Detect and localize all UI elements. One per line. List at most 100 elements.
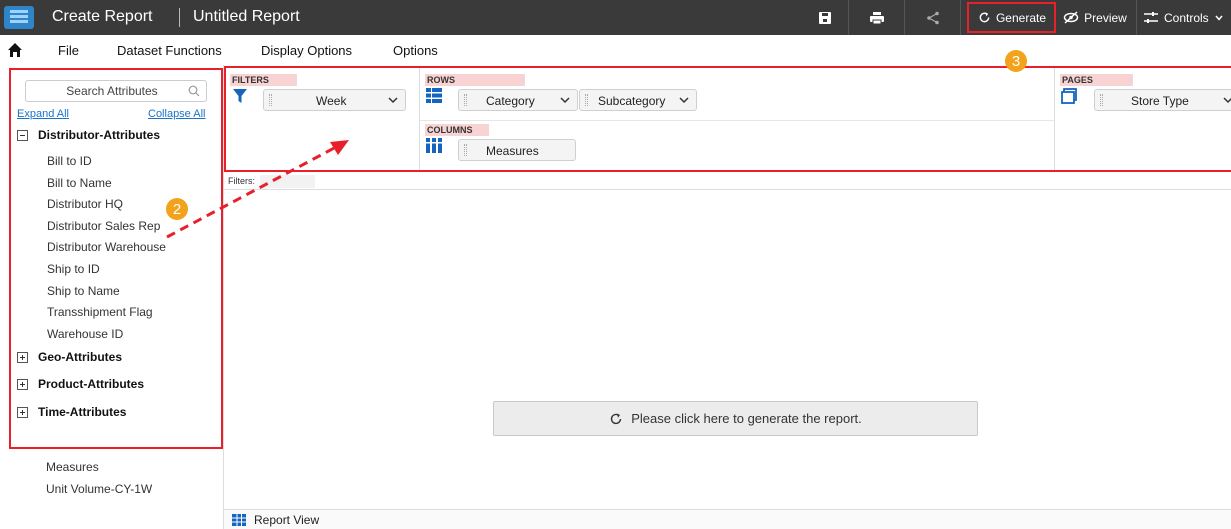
- pill-label: Category: [486, 94, 535, 108]
- pages-section-label: PAGES: [1060, 74, 1133, 86]
- tab-label: Report View: [254, 513, 320, 527]
- toolbar-divider: [960, 0, 961, 35]
- measures-heading: Measures: [46, 460, 99, 474]
- expand-all-link[interactable]: Expand All: [17, 108, 69, 120]
- tab-report-view[interactable]: Report View: [232, 513, 319, 527]
- generate-report-button[interactable]: Please click here to generate the report…: [493, 401, 978, 436]
- collapse-all-link[interactable]: Collapse All: [148, 108, 205, 120]
- filters-bar-label: Filters:: [228, 176, 255, 186]
- menu-dataset-functions[interactable]: Dataset Functions: [117, 43, 222, 58]
- pivot-divider: [1054, 68, 1055, 170]
- share-button[interactable]: [916, 0, 950, 35]
- generate-button[interactable]: Generate: [970, 0, 1054, 35]
- drag-handle[interactable]: [464, 94, 467, 106]
- measure-item[interactable]: Unit Volume-CY-1W: [46, 482, 152, 496]
- search-icon[interactable]: [188, 85, 200, 97]
- drag-handle[interactable]: [464, 144, 467, 156]
- preview-button[interactable]: Preview: [1060, 0, 1130, 35]
- save-icon: [819, 11, 831, 24]
- expand-icon[interactable]: [17, 378, 28, 390]
- menu-bar: File Dataset Functions Display Options O…: [0, 35, 1231, 65]
- chevron-down-icon[interactable]: [1223, 97, 1231, 104]
- toolbar-divider: [904, 0, 905, 35]
- attribute-item[interactable]: Warehouse ID: [47, 327, 123, 341]
- drag-handle[interactable]: [269, 94, 272, 106]
- columns-icon: [426, 138, 442, 153]
- group-geo-attributes[interactable]: Geo-Attributes: [17, 350, 122, 364]
- group-label: Time-Attributes: [38, 405, 127, 419]
- share-icon: [927, 11, 939, 24]
- eye-slash-icon: [1063, 11, 1079, 24]
- rows-section-label: ROWS: [425, 74, 525, 86]
- group-label: Distributor-Attributes: [38, 128, 160, 142]
- controls-label: Controls: [1164, 10, 1209, 25]
- attribute-item[interactable]: Bill to ID: [47, 154, 92, 168]
- report-name[interactable]: Untitled Report: [193, 8, 300, 26]
- chevron-down-icon[interactable]: [679, 97, 689, 104]
- controls-button[interactable]: Controls: [1143, 0, 1231, 35]
- preview-label: Preview: [1084, 10, 1127, 25]
- rows-columns-divider: [420, 120, 1054, 121]
- pivot-divider: [419, 68, 420, 170]
- pill-label: Store Type: [1131, 94, 1189, 108]
- sliders-icon: [1144, 12, 1158, 23]
- group-time-attributes[interactable]: Time-Attributes: [17, 405, 126, 419]
- page-store-type-pill[interactable]: Store Type: [1094, 89, 1231, 111]
- filter-icon: [233, 89, 247, 103]
- step-3-badge: 3: [1005, 50, 1027, 72]
- attribute-item[interactable]: Bill to Name: [47, 176, 112, 190]
- collapse-icon[interactable]: [17, 129, 28, 141]
- row-subcategory-pill[interactable]: Subcategory: [579, 89, 697, 111]
- menu-file[interactable]: File: [58, 43, 79, 58]
- save-button[interactable]: [808, 0, 842, 35]
- app-logo-icon: [4, 6, 34, 29]
- refresh-icon: [611, 413, 622, 424]
- filter-week-pill[interactable]: Week: [263, 89, 406, 111]
- attribute-item[interactable]: Ship to Name: [47, 284, 120, 298]
- pill-label: Subcategory: [598, 94, 666, 108]
- generate-message: Please click here to generate the report…: [631, 411, 862, 426]
- menu-display-options[interactable]: Display Options: [261, 43, 352, 58]
- rows-icon: [426, 88, 442, 103]
- chevron-down-icon[interactable]: [560, 97, 570, 104]
- pivot-layout: FILTERS Week ROWS Category Subcategory C…: [224, 66, 1231, 172]
- expand-icon[interactable]: [17, 406, 28, 418]
- grid-icon: [232, 514, 246, 526]
- app-title: Create Report: [52, 8, 153, 25]
- title-separator: [179, 8, 180, 27]
- chevron-down-icon[interactable]: [388, 97, 398, 104]
- drag-handle[interactable]: [1100, 94, 1103, 106]
- group-product-attributes[interactable]: Product-Attributes: [17, 377, 144, 391]
- pill-label: Week: [316, 94, 347, 108]
- group-label: Product-Attributes: [38, 377, 144, 391]
- step-2-badge: 2: [166, 198, 188, 220]
- attribute-item[interactable]: Distributor Sales Rep: [47, 219, 160, 233]
- attribute-item[interactable]: Distributor Warehouse: [47, 240, 166, 254]
- row-category-pill[interactable]: Category: [458, 89, 578, 111]
- chevron-down-icon: [1215, 15, 1223, 21]
- print-button[interactable]: [860, 0, 894, 35]
- group-label: Geo-Attributes: [38, 350, 122, 364]
- filters-bar: Filters:: [224, 173, 1231, 190]
- columns-section-label: COLUMNS: [425, 124, 489, 136]
- drag-handle[interactable]: [585, 94, 588, 106]
- attribute-item[interactable]: Ship to ID: [47, 262, 100, 276]
- toolbar-divider: [848, 0, 849, 35]
- refresh-icon: [979, 12, 990, 23]
- pages-icon: [1061, 88, 1077, 104]
- column-measures-pill[interactable]: Measures: [458, 139, 576, 161]
- toolbar-divider: [1136, 0, 1137, 35]
- home-icon[interactable]: [7, 42, 23, 58]
- print-icon: [870, 11, 884, 24]
- search-input[interactable]: [26, 81, 186, 101]
- attribute-item[interactable]: Transshipment Flag: [47, 305, 153, 319]
- expand-icon[interactable]: [17, 351, 28, 363]
- attribute-item[interactable]: Distributor HQ: [47, 197, 123, 211]
- filter-chip[interactable]: [260, 175, 315, 188]
- group-distributor-attributes[interactable]: Distributor-Attributes: [17, 128, 160, 142]
- generate-label: Generate: [995, 10, 1047, 25]
- menu-options[interactable]: Options: [393, 43, 438, 58]
- pill-label: Measures: [486, 144, 539, 158]
- top-bar: Create Report Untitled Report Generate P…: [0, 0, 1231, 35]
- filters-section-label: FILTERS: [230, 74, 297, 86]
